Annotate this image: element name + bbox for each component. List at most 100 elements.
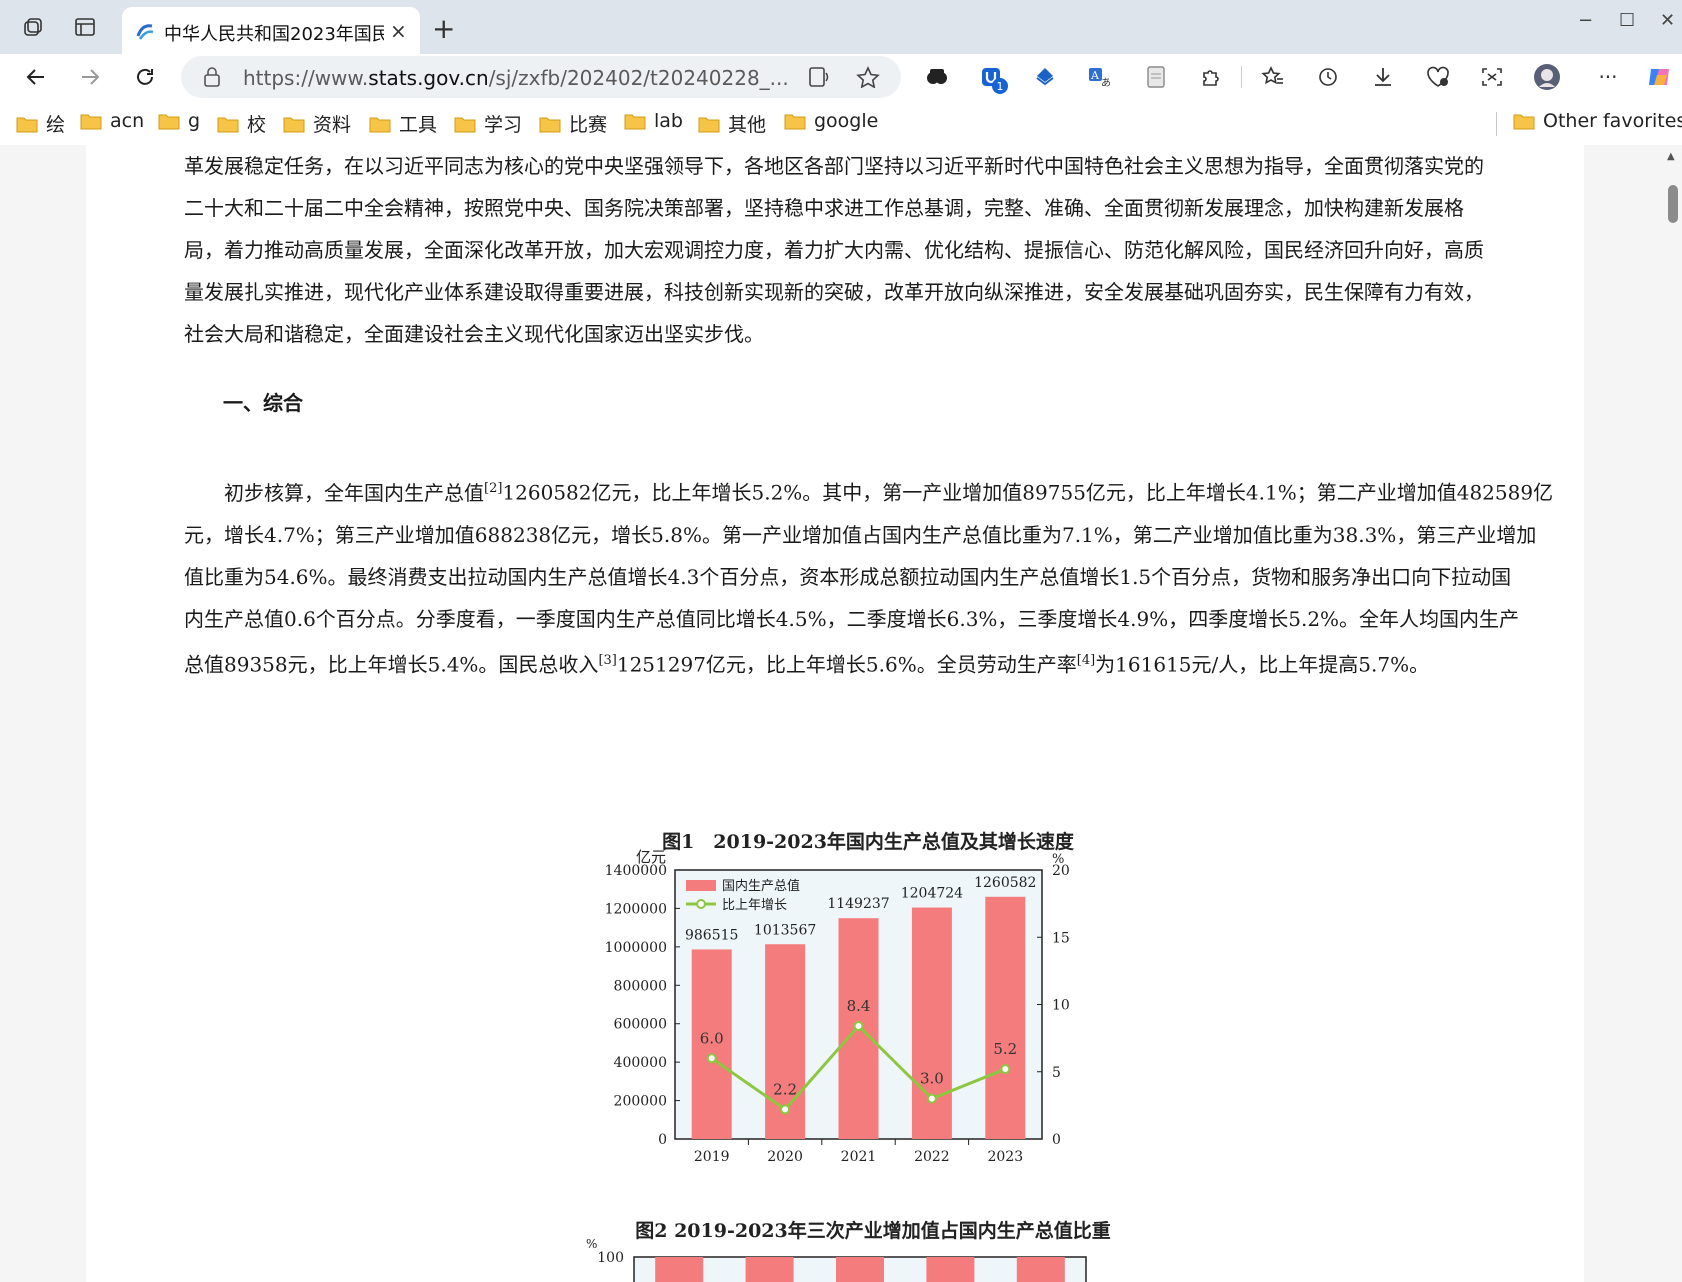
- screenshot-icon[interactable]: [1477, 62, 1507, 92]
- gdp-bar-label: 1260582: [974, 875, 1036, 891]
- text-span: 为161615元/人，比上年提高5.7%。: [1095, 652, 1430, 677]
- share-bar: [655, 1257, 704, 1282]
- scroll-up-icon[interactable]: ▲: [1667, 151, 1675, 162]
- history-icon[interactable]: [1313, 62, 1343, 92]
- bookmark-label: 绘: [46, 114, 66, 136]
- y-tick-label-left: 800000: [614, 978, 667, 994]
- svg-text:A: A: [1090, 69, 1100, 82]
- legend-swatch-marker: [696, 899, 706, 909]
- bookmark-folder[interactable]: acn: [80, 110, 144, 132]
- text-line: 革发展稳定任务，在以习近平同志为核心的党中央坚强领导下，各地区各部门坚持以习近平…: [184, 154, 1484, 178]
- text-line: 二十大和二十届二中全会精神，按照党中央、国务院决策部署，坚持稳中求进工作总基调，…: [184, 196, 1464, 220]
- y-tick-label-left: 200000: [614, 1094, 667, 1110]
- settings-more-button[interactable]: ···: [1593, 62, 1623, 92]
- gdp-bar-label: 1149237: [827, 896, 889, 912]
- share-bar: [1016, 1257, 1065, 1282]
- extensions-puzzle-icon[interactable]: [1196, 62, 1226, 92]
- y-tick-label: 100: [597, 1250, 624, 1266]
- copilot-icon[interactable]: [1645, 62, 1675, 92]
- gdp-bar-label: 1013567: [754, 922, 816, 938]
- toolbar-divider: [1241, 66, 1242, 88]
- section-heading: 一、综合: [223, 391, 303, 415]
- close-window-button[interactable]: ✕: [1660, 10, 1675, 31]
- back-button[interactable]: [19, 60, 53, 94]
- text-line: 内生产总值0.6个百分点。分季度看，一季度国内生产总值同比增长4.5%，二季度增…: [184, 606, 1520, 631]
- favorite-star-icon[interactable]: [856, 66, 880, 88]
- bookmark-label: 资料: [313, 114, 352, 136]
- bookmark-label: g: [188, 110, 201, 132]
- bookmark-folder[interactable]: g: [158, 110, 200, 132]
- bookmark-folder[interactable]: 资料: [283, 110, 351, 137]
- growth-point: [1000, 1064, 1011, 1075]
- bookmark-extension-icon[interactable]: [1030, 62, 1060, 92]
- bookmark-folder[interactable]: 比赛: [539, 110, 607, 137]
- copilot-extension-icon[interactable]: [922, 62, 952, 92]
- growth-label: 2.2: [773, 1080, 797, 1098]
- text-line: 值比重为54.6%。最终消费支出拉动国内生产总值增长4.3个百分点，资本形成总额…: [184, 564, 1512, 589]
- tab-close-icon[interactable]: ×: [390, 19, 407, 43]
- forward-button[interactable]: [73, 60, 107, 94]
- growth-point: [926, 1093, 937, 1104]
- bookmark-label: 校: [247, 114, 267, 136]
- url-text[interactable]: https://www.stats.gov.cn/sj/zxfb/202402/…: [243, 66, 803, 90]
- lock-icon[interactable]: [203, 67, 221, 87]
- text-span: 总值89358元，比上年增长5.4%。国民总收入: [184, 652, 599, 677]
- folder-icon: [369, 117, 391, 132]
- tab-actions-icon[interactable]: [72, 14, 98, 40]
- bookmark-label: 工具: [399, 114, 438, 136]
- bookmark-folder[interactable]: 校: [217, 110, 266, 137]
- bookmark-folder[interactable]: lab: [624, 110, 683, 132]
- refresh-button[interactable]: [128, 60, 162, 94]
- bookmark-folder[interactable]: google: [784, 110, 878, 132]
- translate-icon[interactable]: Aあ: [1085, 62, 1115, 92]
- back-arrow-icon: [26, 69, 44, 85]
- minimize-button[interactable]: −: [1578, 10, 1593, 31]
- folder-icon: [539, 117, 561, 132]
- footnote-link[interactable]: [4]: [1077, 653, 1095, 668]
- maximize-button[interactable]: ☐: [1619, 10, 1635, 31]
- tab-active[interactable]: 中华人民共和国2023年国民 ×: [122, 7, 420, 54]
- folder-icon: [217, 117, 239, 132]
- bookmark-folder[interactable]: 学习: [454, 110, 522, 137]
- vertical-scrollbar[interactable]: ▲: [1664, 145, 1682, 1282]
- profile-avatar[interactable]: [1532, 62, 1562, 92]
- gdp-bar-label: 1204724: [901, 886, 963, 902]
- bookmark-folder[interactable]: 其他: [698, 110, 766, 137]
- text-line: 元，增长4.7%；第三产业增加值688238亿元，增长5.8%。第一产业增加值占…: [184, 522, 1537, 547]
- favorites-icon[interactable]: [1258, 62, 1288, 92]
- browser-essentials-icon[interactable]: [1423, 62, 1453, 92]
- text-span: 1251297亿元，比上年增长5.6%。全员劳动生产率: [616, 652, 1077, 677]
- y-tick-label-left: 1200000: [605, 901, 667, 917]
- document-icon[interactable]: [1141, 62, 1171, 92]
- other-favorites-folder[interactable]: Other favorites: [1513, 110, 1682, 132]
- tab-title: 中华人民共和国2023年国民: [164, 24, 384, 45]
- scroll-thumb[interactable]: [1668, 185, 1678, 223]
- downloads-icon[interactable]: [1368, 62, 1398, 92]
- footnote-link[interactable]: [3]: [598, 653, 616, 668]
- folder-icon: [698, 117, 720, 132]
- y-tick-label-right: 10: [1052, 998, 1070, 1014]
- y-tick-label-left: 1000000: [605, 940, 667, 956]
- extension-badge: 1: [992, 78, 1008, 94]
- growth-point: [853, 1021, 864, 1032]
- text-span: 1260582亿元，比上年增长5.2%。其中，第一产业增加值89755亿元，比上…: [502, 480, 1554, 505]
- bookmark-label: 其他: [728, 114, 767, 136]
- bookmark-label: 学习: [484, 114, 523, 136]
- growth-label: 8.4: [847, 997, 871, 1015]
- workspaces-icon[interactable]: [20, 14, 46, 40]
- new-tab-button[interactable]: +: [432, 12, 455, 45]
- footnote-link[interactable]: [2]: [484, 481, 502, 496]
- bookmark-label: acn: [110, 110, 145, 132]
- url-prefix: https://www.: [243, 66, 369, 90]
- extension-with-badge[interactable]: 1: [976, 62, 1008, 94]
- bookmark-folder[interactable]: 工具: [369, 110, 437, 137]
- bookmark-label: Other favorites: [1543, 110, 1682, 132]
- folder-icon: [16, 117, 38, 132]
- bookmark-folder[interactable]: 绘: [16, 110, 65, 137]
- bookmark-label: 比赛: [569, 114, 608, 136]
- y-tick-label-right: 15: [1052, 930, 1070, 946]
- chart-title: 图2 2019-2023年三次产业增加值占国内生产总值比重: [635, 1219, 1110, 1242]
- read-aloud-icon[interactable]: [808, 66, 832, 88]
- address-bar[interactable]: https://www.stats.gov.cn/sj/zxfb/202402/…: [181, 56, 901, 98]
- folder-icon: [454, 117, 476, 132]
